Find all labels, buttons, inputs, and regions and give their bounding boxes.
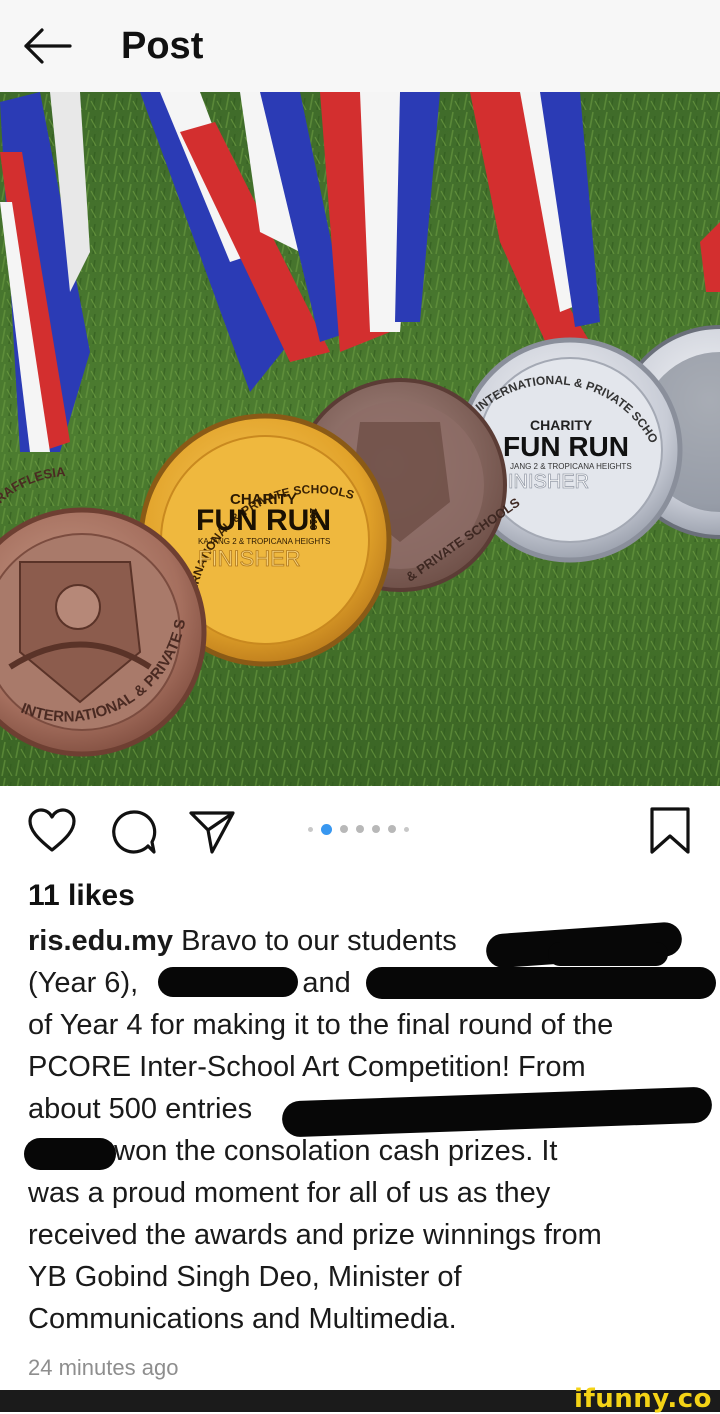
carousel-dot — [372, 825, 380, 833]
comment-icon — [112, 810, 157, 854]
send-icon — [189, 811, 235, 854]
caption-line: Bravo to our students — [181, 925, 457, 957]
caption-line: Communications and Multimedia. — [28, 1303, 457, 1335]
caption-line: PCORE Inter-School Art Competition! From — [28, 1051, 586, 1083]
svg-text:INISHER: INISHER — [508, 471, 589, 493]
caption-line: received the awards and prize winnings f… — [28, 1219, 602, 1251]
caption-line: was a proud moment for all of us as they — [28, 1177, 551, 1209]
post-timestamp: 24 minutes ago — [28, 1355, 179, 1380]
likes-count[interactable]: 11 likes — [28, 876, 135, 916]
svg-text:2019: 2019 — [307, 508, 318, 531]
carousel-indicator — [308, 822, 409, 836]
watermark-logo: ifunny.co — [574, 1384, 712, 1414]
svg-text:KAJANG 2 & TROPICANA HEIGHTS: KAJANG 2 & TROPICANA HEIGHTS — [198, 537, 330, 546]
back-button[interactable] — [22, 24, 74, 68]
caption-line: (Year 6), — [28, 967, 139, 999]
svg-text:FUN RUN: FUN RUN — [503, 431, 629, 462]
svg-text:JANG 2 & TROPICANA HEIGHTS: JANG 2 & TROPICANA HEIGHTS — [510, 462, 632, 471]
save-button[interactable] — [649, 806, 691, 861]
carousel-dot — [404, 826, 409, 832]
redaction-mark — [548, 942, 668, 966]
caption-line: YB Gobind Singh Deo, Minister of — [28, 1261, 462, 1293]
redaction-mark — [366, 967, 716, 999]
caption-line: d won the consolation cash prizes. It — [90, 1135, 558, 1167]
arrow-left-icon — [24, 28, 72, 64]
bookmark-icon — [650, 807, 690, 854]
post-image[interactable]: INTERNATIONAL & PRIVATE SCHOOLS CHARITY … — [0, 92, 720, 786]
caption-line: of Year 4 for making it to the final rou… — [28, 1009, 614, 1041]
heart-icon — [28, 808, 76, 852]
top-app-bar: Post — [0, 0, 720, 92]
redaction-mark — [24, 1138, 116, 1170]
comment-button[interactable] — [110, 808, 158, 861]
like-button[interactable] — [27, 808, 77, 859]
carousel-dot — [356, 825, 364, 833]
svg-text:FINISHER: FINISHER — [198, 546, 301, 571]
carousel-dot — [388, 825, 396, 833]
carousel-dot — [308, 826, 313, 832]
post-username[interactable]: ris.edu.my — [28, 925, 173, 957]
redaction-mark — [158, 967, 298, 997]
page-title: Post — [121, 25, 204, 67]
share-button[interactable] — [188, 808, 236, 861]
carousel-dot-active — [321, 823, 332, 835]
carousel-dot — [340, 825, 348, 833]
